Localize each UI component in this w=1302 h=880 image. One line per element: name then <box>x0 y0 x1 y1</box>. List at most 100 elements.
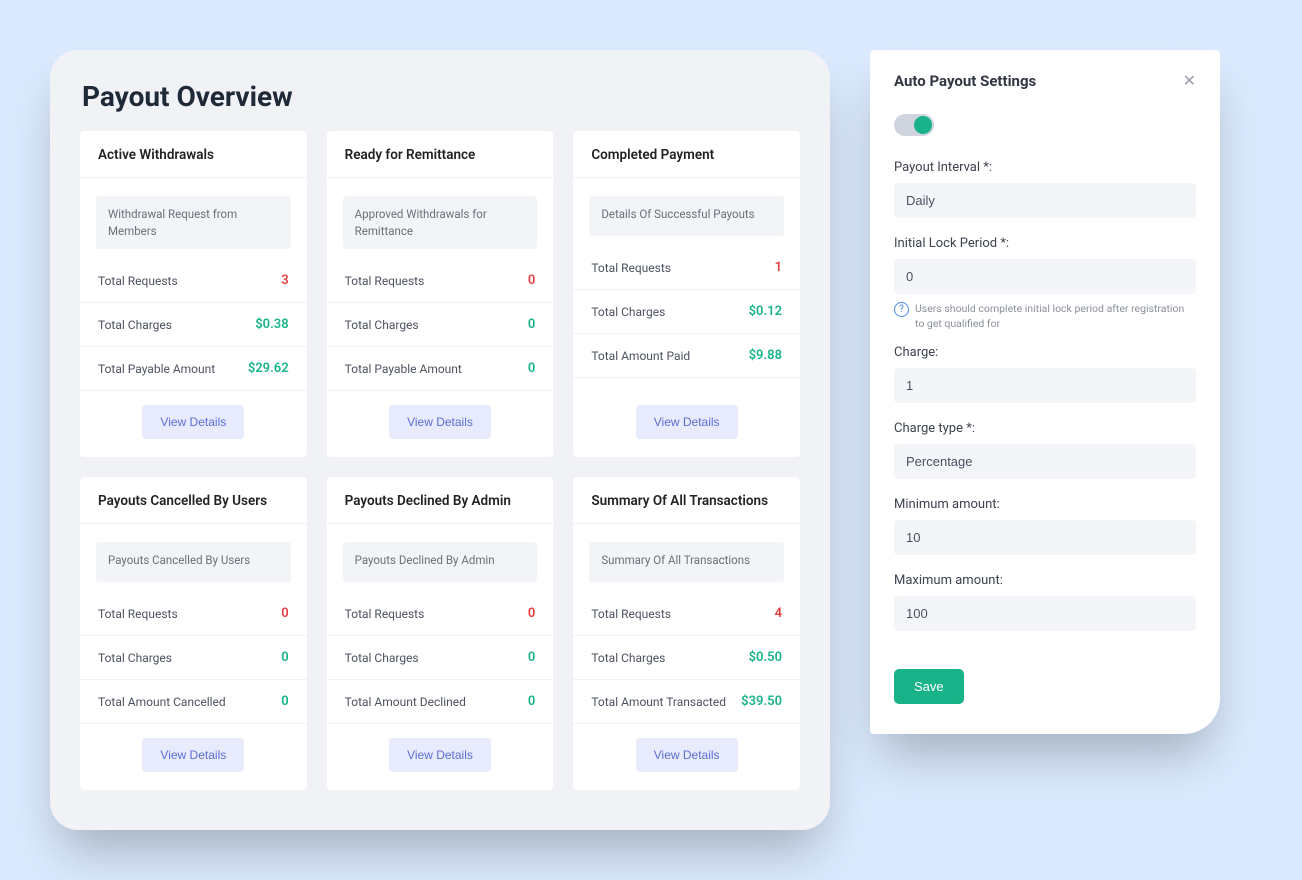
stat-row: Total Requests 0 <box>327 259 554 303</box>
stat-value: 3 <box>281 273 288 288</box>
charge-type-input[interactable] <box>894 444 1196 479</box>
payout-card: Summary Of All Transactions Summary Of Al… <box>573 477 800 790</box>
view-details-button[interactable]: View Details <box>389 738 491 772</box>
stat-label: Total Requests <box>98 607 178 621</box>
stat-value: 0 <box>281 650 288 665</box>
help-icon: ? <box>894 302 909 317</box>
stat-row: Total Requests 4 <box>573 592 800 636</box>
stat-value: 0 <box>528 361 535 376</box>
max-amount-input[interactable] <box>894 596 1196 631</box>
stat-value: 0 <box>528 606 535 621</box>
charge-type-label: Charge type *: <box>894 421 1196 436</box>
payout-card: Payouts Declined By Admin Payouts Decline… <box>327 477 554 790</box>
stat-row: Total Amount Transacted $39.50 <box>573 680 800 724</box>
stat-row: Total Requests 0 <box>80 592 307 636</box>
toggle-knob <box>914 116 932 134</box>
stat-label: Total Requests <box>98 274 178 288</box>
stat-value: 0 <box>281 694 288 709</box>
stat-label: Total Requests <box>345 274 425 288</box>
card-description: Payouts Cancelled By Users <box>96 542 291 582</box>
stat-label: Total Requests <box>591 607 671 621</box>
card-title: Payouts Declined By Admin <box>327 477 554 524</box>
charge-label: Charge: <box>894 345 1196 360</box>
stat-value: 4 <box>775 606 782 621</box>
card-title: Summary Of All Transactions <box>573 477 800 524</box>
stat-value: 0 <box>528 650 535 665</box>
stat-label: Total Payable Amount <box>98 362 215 376</box>
auto-payout-toggle[interactable] <box>894 114 934 136</box>
stat-value: $9.88 <box>749 348 782 363</box>
help-text: Users should complete initial lock perio… <box>915 302 1196 331</box>
stat-row: Total Amount Declined 0 <box>327 680 554 724</box>
card-title: Ready for Remittance <box>327 131 554 178</box>
settings-title: Auto Payout Settings <box>894 72 1036 90</box>
min-amount-input[interactable] <box>894 520 1196 555</box>
card-description: Payouts Declined By Admin <box>343 542 538 582</box>
max-amount-label: Maximum amount: <box>894 573 1196 588</box>
stat-label: Total Charges <box>591 651 665 665</box>
stat-row: Total Charges 0 <box>327 303 554 347</box>
card-title: Completed Payment <box>573 131 800 178</box>
view-details-button[interactable]: View Details <box>636 738 738 772</box>
stat-row: Total Charges $0.38 <box>80 303 307 347</box>
stat-row: Total Charges 0 <box>327 636 554 680</box>
stat-row: Total Payable Amount 0 <box>327 347 554 391</box>
stat-label: Total Amount Cancelled <box>98 695 226 709</box>
stat-value: 0 <box>528 694 535 709</box>
stat-label: Total Requests <box>345 607 425 621</box>
close-icon[interactable]: ✕ <box>1183 73 1196 89</box>
stat-row: Total Amount Cancelled 0 <box>80 680 307 724</box>
cards-grid: Active Withdrawals Withdrawal Request fro… <box>80 131 800 790</box>
view-details-button[interactable]: View Details <box>142 405 244 439</box>
charge-input[interactable] <box>894 368 1196 403</box>
stat-label: Total Amount Declined <box>345 695 466 709</box>
view-details-button[interactable]: View Details <box>389 405 491 439</box>
card-title: Payouts Cancelled By Users <box>80 477 307 524</box>
stat-label: Total Payable Amount <box>345 362 462 376</box>
payout-interval-input[interactable] <box>894 183 1196 218</box>
stat-row: Total Charges $0.12 <box>573 290 800 334</box>
auto-payout-settings-panel: Auto Payout Settings ✕ Payout Interval *… <box>870 50 1220 734</box>
payout-interval-label: Payout Interval *: <box>894 160 1196 175</box>
payout-card: Payouts Cancelled By Users Payouts Cancel… <box>80 477 307 790</box>
card-description: Withdrawal Request from Members <box>96 196 291 249</box>
payout-card: Completed Payment Details Of Successful P… <box>573 131 800 457</box>
stat-row: Total Charges $0.50 <box>573 636 800 680</box>
stat-label: Total Charges <box>345 318 419 332</box>
stat-label: Total Charges <box>591 305 665 319</box>
page-title: Payout Overview <box>82 80 800 113</box>
payout-overview-panel: Payout Overview Active Withdrawals Withdr… <box>50 50 830 830</box>
stat-value: $39.50 <box>741 694 782 709</box>
save-button[interactable]: Save <box>894 669 964 704</box>
payout-card: Active Withdrawals Withdrawal Request fro… <box>80 131 307 457</box>
stat-row: Total Amount Paid $9.88 <box>573 334 800 378</box>
stat-row: Total Requests 0 <box>327 592 554 636</box>
stat-label: Total Charges <box>345 651 419 665</box>
stat-value: 1 <box>775 260 782 275</box>
stat-label: Total Amount Paid <box>591 349 690 363</box>
payout-card: Ready for Remittance Approved Withdrawals… <box>327 131 554 457</box>
stat-row: Total Requests 3 <box>80 259 307 303</box>
initial-lock-input[interactable] <box>894 259 1196 294</box>
initial-lock-label: Initial Lock Period *: <box>894 236 1196 251</box>
stat-value: 0 <box>528 273 535 288</box>
card-description: Details Of Successful Payouts <box>589 196 784 236</box>
card-description: Summary Of All Transactions <box>589 542 784 582</box>
stat-value: $29.62 <box>248 361 289 376</box>
card-description: Approved Withdrawals for Remittance <box>343 196 538 249</box>
stat-value: 0 <box>528 317 535 332</box>
stat-value: $0.50 <box>749 650 782 665</box>
stat-value: $0.12 <box>749 304 782 319</box>
stat-label: Total Charges <box>98 651 172 665</box>
stat-label: Total Requests <box>591 261 671 275</box>
view-details-button[interactable]: View Details <box>142 738 244 772</box>
stat-row: Total Requests 1 <box>573 246 800 290</box>
stat-label: Total Charges <box>98 318 172 332</box>
stat-value: $0.38 <box>255 317 288 332</box>
min-amount-label: Minimum amount: <box>894 497 1196 512</box>
stat-label: Total Amount Transacted <box>591 695 726 709</box>
card-title: Active Withdrawals <box>80 131 307 178</box>
stat-row: Total Charges 0 <box>80 636 307 680</box>
view-details-button[interactable]: View Details <box>636 405 738 439</box>
stat-value: 0 <box>281 606 288 621</box>
